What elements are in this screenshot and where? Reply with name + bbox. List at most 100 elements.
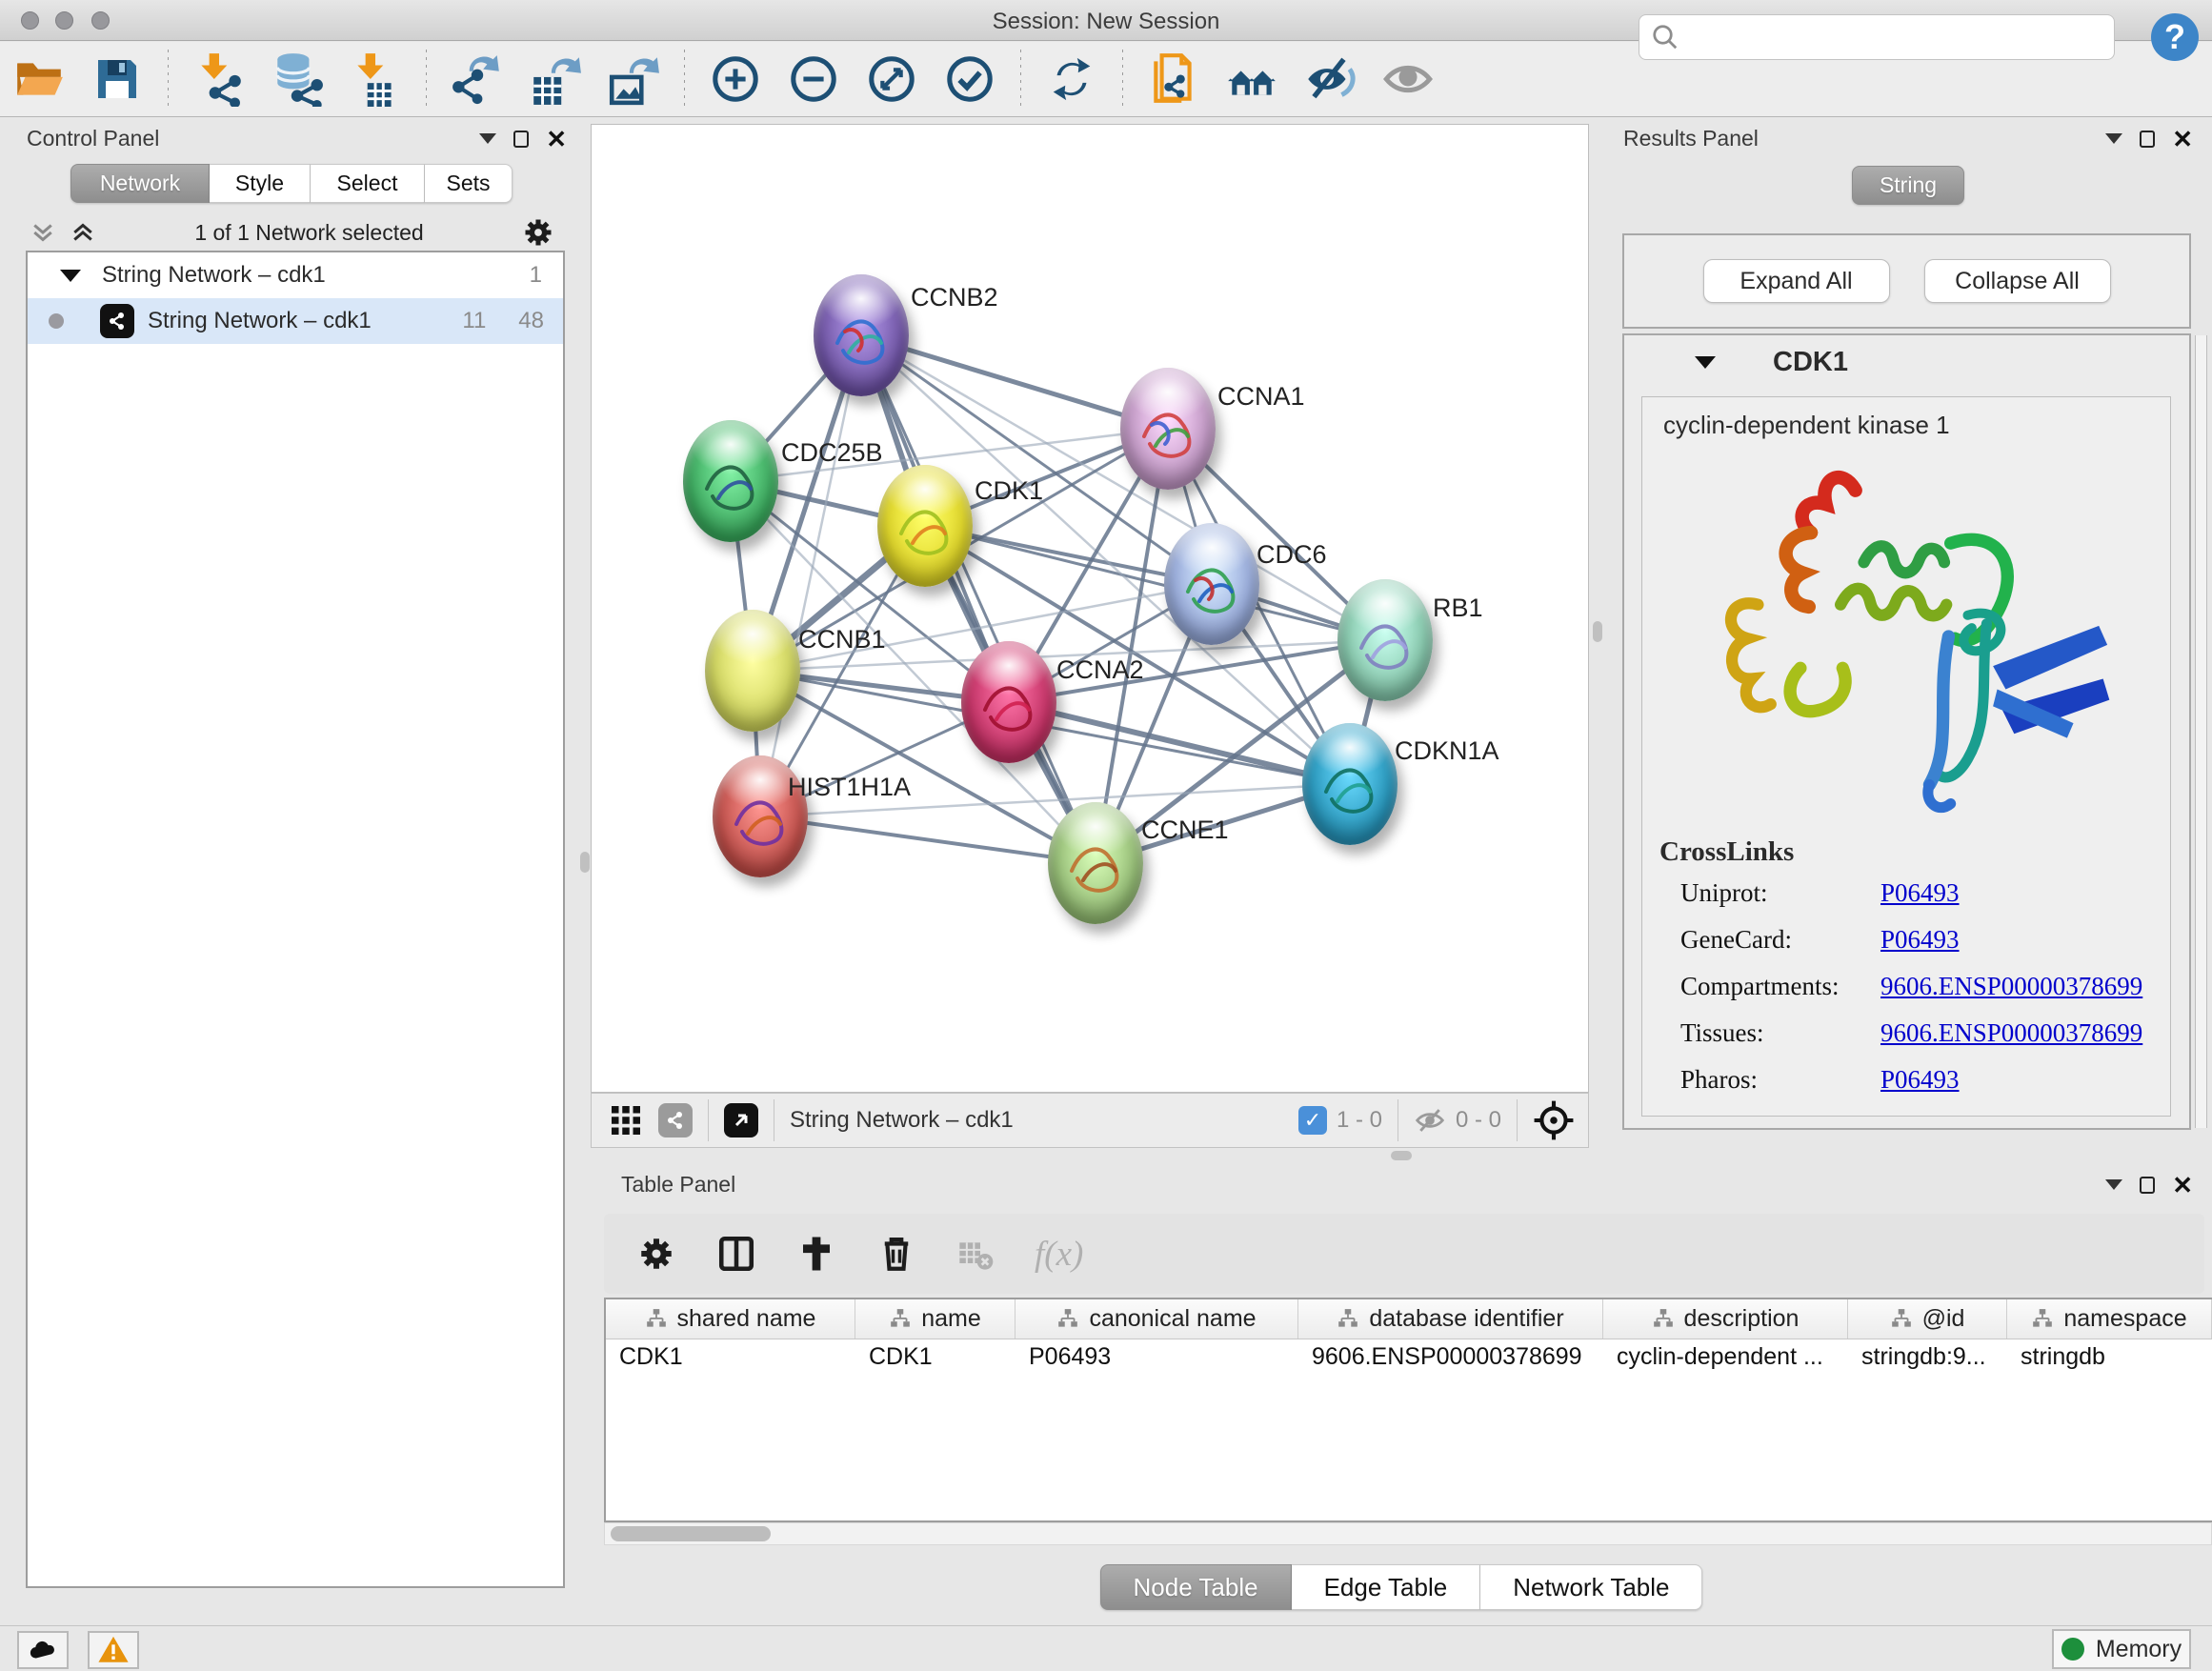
table-column-header[interactable]: shared name [606, 1299, 855, 1339]
cloud-button[interactable] [17, 1631, 69, 1669]
tab-node-table[interactable]: Node Table [1100, 1564, 1292, 1610]
export-network-button[interactable] [448, 50, 507, 108]
table-cell[interactable]: P06493 [1016, 1339, 1298, 1376]
delete-column-icon[interactable] [876, 1234, 916, 1274]
zoom-out-button[interactable] [784, 50, 843, 108]
graph-node-CCNA2[interactable] [961, 641, 1056, 763]
panel-minimize-icon[interactable] [479, 133, 496, 144]
save-session-button[interactable] [88, 50, 147, 108]
import-table-file-button[interactable] [346, 50, 405, 108]
network-row-selected[interactable]: String Network – cdk1 11 48 [28, 298, 563, 344]
open-session-button[interactable] [10, 50, 69, 108]
panel-close-icon[interactable]: ✕ [546, 127, 567, 151]
table-cell[interactable]: CDK1 [606, 1339, 855, 1376]
network-collection-row[interactable]: String Network – cdk1 1 [28, 252, 563, 298]
expand-all-button[interactable]: Expand All [1703, 259, 1890, 303]
tab-sets[interactable]: Sets [425, 164, 513, 203]
table-column-header[interactable]: namespace [2007, 1299, 2212, 1339]
collapse-all-icon[interactable] [29, 218, 57, 247]
search-input[interactable] [1679, 25, 2099, 50]
table-column-header[interactable]: @id [1848, 1299, 2007, 1339]
birds-eye-icon[interactable] [1533, 1099, 1575, 1141]
show-panel-button[interactable] [1378, 50, 1438, 108]
table-cell[interactable]: cyclin-dependent ... [1603, 1339, 1848, 1376]
table-hscrollbar[interactable] [604, 1522, 2212, 1545]
database-icon [270, 51, 325, 107]
detach-view-icon[interactable] [724, 1103, 758, 1137]
graph-edge-CCNB2-HIST1H1A[interactable] [760, 335, 861, 816]
panel-minimize-icon[interactable] [2105, 1179, 2122, 1190]
panel-minimize-icon[interactable] [2105, 133, 2122, 144]
expand-all-icon[interactable] [69, 218, 97, 247]
results-scrollbar[interactable] [2195, 335, 2207, 1128]
tab-style[interactable]: Style [210, 164, 311, 203]
graph-node-CDC25B[interactable] [683, 420, 778, 542]
new-network-document-button[interactable] [1144, 50, 1203, 108]
crosslink-link[interactable]: P06493 [1880, 878, 1960, 908]
warnings-button[interactable] [88, 1631, 139, 1669]
panel-float-icon[interactable] [2140, 1177, 2155, 1194]
table-cell[interactable]: stringdb [2007, 1339, 2212, 1376]
zoom-fit-button[interactable] [862, 50, 921, 108]
table-column-header[interactable]: database identifier [1298, 1299, 1603, 1339]
graph-node-CCNE1[interactable] [1048, 802, 1143, 924]
collection-expand-icon[interactable] [60, 270, 81, 282]
export-table-button[interactable] [526, 50, 585, 108]
table-cell[interactable]: CDK1 [855, 1339, 1016, 1376]
table-column-header[interactable]: description [1603, 1299, 1848, 1339]
export-image-button[interactable] [604, 50, 663, 108]
graph-node-CDKN1A[interactable] [1302, 723, 1398, 845]
graph-node-CCNB2[interactable] [814, 274, 909, 396]
panel-float-icon[interactable] [2140, 131, 2155, 148]
memory-button[interactable]: Memory [2052, 1629, 2191, 1669]
add-column-icon[interactable] [796, 1234, 836, 1274]
tab-edge-table[interactable]: Edge Table [1292, 1564, 1481, 1610]
table-column-header[interactable]: name [855, 1299, 1016, 1339]
table-row[interactable]: CDK1CDK1P064939606.ENSP00000378699cyclin… [606, 1339, 2212, 1376]
network-type-icon[interactable] [658, 1103, 693, 1137]
entry-collapse-icon[interactable] [1695, 356, 1716, 369]
graph-node-RB1[interactable] [1337, 579, 1433, 701]
import-network-file-button[interactable] [190, 50, 249, 108]
tab-network[interactable]: Network [70, 164, 210, 203]
table-cell[interactable]: stringdb:9... [1848, 1339, 2007, 1376]
grid-view-icon[interactable] [609, 1103, 643, 1137]
tab-select[interactable]: Select [311, 164, 425, 203]
bottom-splitter-handle[interactable] [1391, 1151, 1412, 1160]
table-options-gear-icon[interactable] [636, 1234, 676, 1274]
help-button[interactable]: ? [2151, 13, 2199, 61]
graph-node-CDK1[interactable] [877, 465, 973, 587]
crosslink-link[interactable]: 9606.ENSP00000378699 [1880, 972, 2142, 1001]
graph-node-CCNA1[interactable] [1120, 368, 1216, 490]
crosslink-link[interactable]: 9606.ENSP00000378699 [1880, 1018, 2142, 1048]
network-options-gear-icon[interactable] [521, 215, 555, 250]
panel-close-icon[interactable]: ✕ [2172, 1173, 2193, 1198]
crosslink-link[interactable]: P06493 [1880, 1065, 1960, 1095]
left-splitter-handle[interactable] [580, 852, 590, 873]
zoom-in-button[interactable] [706, 50, 765, 108]
selected-checkbox[interactable]: ✓ [1298, 1106, 1327, 1135]
refresh-button[interactable] [1042, 50, 1101, 108]
hide-panels-button[interactable] [1300, 50, 1359, 108]
tab-string[interactable]: String [1852, 166, 1964, 205]
collapse-all-button[interactable]: Collapse All [1924, 259, 2111, 303]
panel-close-icon[interactable]: ✕ [2172, 127, 2193, 151]
zoom-selected-button[interactable] [940, 50, 999, 108]
import-network-database-button[interactable] [268, 50, 327, 108]
table-column-header[interactable]: canonical name [1016, 1299, 1298, 1339]
graph-node-CCNB1[interactable] [705, 610, 800, 732]
table-cell[interactable]: 9606.ENSP00000378699 [1298, 1339, 1603, 1376]
right-splitter-handle[interactable] [1593, 621, 1602, 642]
graph-node-CDC6[interactable] [1164, 523, 1259, 645]
home-networks-button[interactable] [1222, 50, 1281, 108]
show-columns-icon[interactable] [716, 1234, 756, 1274]
graph-edge-HIST1H1A-CCNE1[interactable] [760, 816, 1096, 863]
table-hscrollbar-thumb[interactable] [611, 1526, 771, 1541]
tab-network-table[interactable]: Network Table [1480, 1564, 1702, 1610]
network-canvas[interactable]: CCNB2CCNA1CDC25BCDK1CDC6RB1CCNB1CCNA2CDK… [591, 124, 1589, 1093]
graph-edge-CCNA2-CDKN1A[interactable] [1009, 702, 1350, 784]
search-field[interactable] [1639, 14, 2115, 60]
crosslink-link[interactable]: P06493 [1880, 925, 1960, 955]
panel-float-icon[interactable] [513, 131, 529, 148]
hidden-eye-icon[interactable] [1414, 1104, 1446, 1137]
